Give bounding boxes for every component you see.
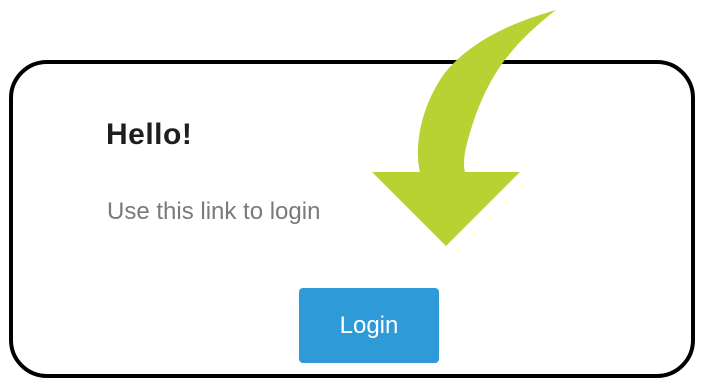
greeting-heading: Hello! [106, 118, 193, 151]
login-instruction-text: Use this link to login [107, 198, 321, 225]
login-button[interactable]: Login [299, 288, 439, 363]
screenshot-stage: Hello! Use this link to login Login [0, 0, 710, 388]
